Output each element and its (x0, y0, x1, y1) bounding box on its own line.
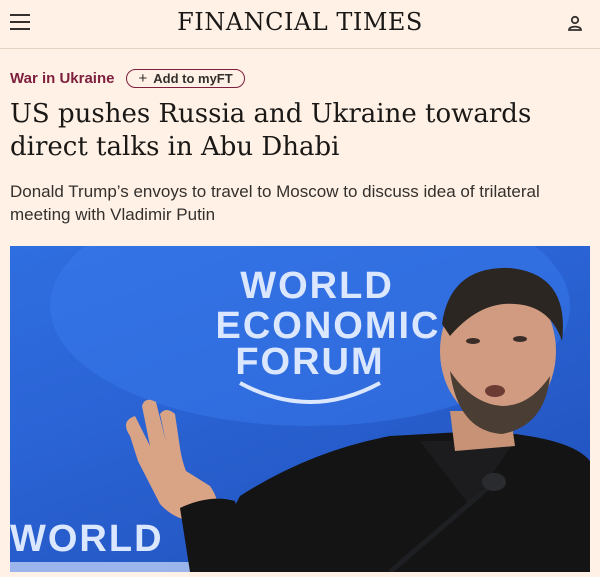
hero-photo: WORLD ECONOMIC FORUM WORLD (10, 246, 590, 572)
add-to-myft-button[interactable]: + Add to myFT (126, 68, 245, 88)
backdrop-lower-text: WORLD (10, 518, 164, 560)
speaker-eye-left (466, 338, 480, 344)
hero-illustration: WORLD ECONOMIC FORUM WORLD (10, 246, 590, 572)
topic-row: War in Ukraine + Add to myFT (10, 64, 245, 92)
backdrop-text-line-1: WORLD (240, 265, 394, 307)
topic-link[interactable]: War in Ukraine (10, 70, 114, 87)
article-headline: US pushes Russia and Ukraine towards dir… (10, 99, 532, 162)
lower-text-clip-band (10, 562, 210, 572)
user-account-icon[interactable] (566, 14, 584, 32)
backdrop-text-line-3: FORUM (235, 341, 384, 383)
speaker-torso (200, 431, 590, 572)
speaker-mouth (485, 385, 505, 397)
microphone-head (482, 473, 506, 491)
add-to-myft-label: Add to myFT (153, 70, 233, 86)
plus-icon: + (138, 69, 148, 87)
speaker-eye-right (513, 336, 527, 342)
top-header: FINANCIAL TIMES (0, 0, 600, 49)
masthead-logo[interactable]: FINANCIAL TIMES (0, 8, 600, 36)
article-standfirst: Donald Trump’s envoys to travel to Mosco… (10, 182, 540, 224)
